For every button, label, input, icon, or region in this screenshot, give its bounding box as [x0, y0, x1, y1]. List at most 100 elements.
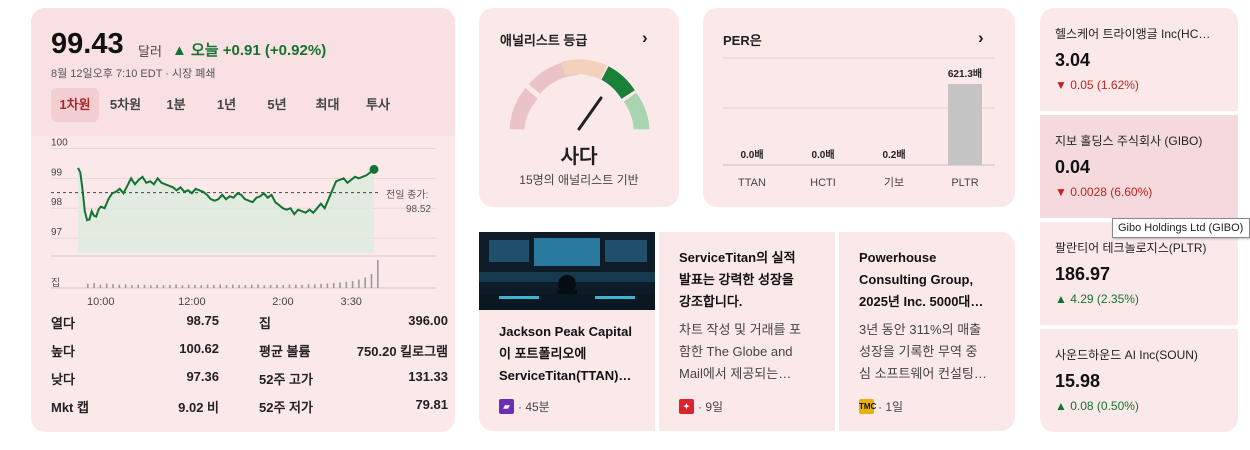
- headline-line: Jackson Peak Capital: [499, 324, 632, 339]
- volume-bar: [150, 285, 152, 288]
- volume-bar: [314, 284, 316, 288]
- stat-label: Mkt 캡: [51, 400, 89, 415]
- related-stock-item[interactable]: 지보 홀딩스 주식회사 (GIBO) 0.04 ▼ 0.0028 (6.60%): [1040, 115, 1238, 218]
- stat-label: 52주 저가: [259, 400, 313, 415]
- tab-5d[interactable]: 5차원: [102, 88, 150, 122]
- news-card[interactable]: ServiceTitan의 실적 발표는 강력한 성장을 강조합니다. 차트 작…: [659, 232, 835, 431]
- volume-bar: [358, 279, 360, 288]
- gauge-segment-buy: [601, 66, 635, 99]
- tab-invest[interactable]: 투사: [354, 88, 402, 122]
- y-tick-label: 97: [51, 227, 63, 238]
- news-headline: Jackson Peak Capital 이 포트폴리오에 ServiceTit…: [499, 321, 639, 387]
- stat-value: 100.62: [179, 341, 219, 356]
- currency-label: 달러: [138, 44, 162, 59]
- analyst-rating: 사다: [560, 146, 598, 168]
- x-tick-label: 12:00: [178, 296, 206, 308]
- rating-gauge: [509, 59, 650, 131]
- maple-leaf-icon: ✦: [679, 399, 694, 414]
- stock-change: ▼ 0.0028 (6.60%): [1055, 185, 1153, 199]
- stock-price: 0.04: [1055, 157, 1091, 177]
- stat-value: 98.75: [186, 313, 219, 328]
- snippet-line: 성장을 기록한 무역 중: [859, 344, 978, 359]
- volume-bar: [87, 283, 89, 288]
- tab-max[interactable]: 최대: [304, 88, 352, 122]
- price-area: [78, 167, 374, 253]
- volume-bar: [238, 284, 240, 288]
- tab-5y[interactable]: 5년: [253, 88, 301, 122]
- news-age: · 9일: [698, 400, 724, 414]
- stat-value: 750.20 킬로그램: [356, 344, 448, 359]
- stock-change: ▲ 0.08 (0.50%): [1055, 399, 1139, 413]
- analyst-rating-card[interactable]: 애널리스트 등급 › 사다 15명의 애널리스트 기반: [479, 8, 679, 207]
- headline-line: 강조합니다.: [679, 294, 743, 309]
- headline-line: 이 포트폴리오에: [499, 346, 587, 361]
- stat-label: 평균 볼륨: [259, 344, 311, 359]
- volume-bar: [118, 284, 121, 288]
- quote-header: 99.43 달러 ▲ 오늘 +0.91 (+0.92%) 8월 12일오후 7:…: [31, 8, 455, 136]
- volume-bar: [250, 284, 253, 288]
- analyst-count: 15명의 애널리스트 기반: [519, 173, 639, 187]
- quote-card: 99.43 달러 ▲ 오늘 +0.91 (+0.92%) 8월 12일오후 7:…: [31, 8, 455, 432]
- pe-ratio-card[interactable]: PER은 › 0.0배 TTAN 0.0배 HCTI 0.2배 기보 621.3배 PLTR: [703, 8, 1015, 207]
- volume-label: 집: [51, 277, 60, 289]
- volume-bar: [339, 282, 341, 288]
- volume-bar: [269, 284, 272, 288]
- price-chart[interactable]: 100 99 98 97 10:00 12:00 2:00 3:30 전일 종가: 98.5…: [31, 136, 455, 308]
- pe-category-label: 기보: [884, 176, 904, 189]
- stock-change: ▼ 0.05 (1.62%): [1055, 78, 1139, 92]
- tab-1m[interactable]: 1분: [152, 88, 200, 122]
- stock-price: 186.97: [1055, 264, 1111, 284]
- last-price-dot: [369, 164, 379, 174]
- news-card[interactable]: Jackson Peak Capital 이 포트폴리오에 ServiceTit…: [479, 232, 655, 431]
- news-headline: ServiceTitan의 실적 발표는 강력한 성장을 강조합니다.: [679, 247, 819, 313]
- current-price: 99.43: [51, 28, 124, 60]
- news-source: ✦ · 9일: [679, 398, 723, 414]
- headline-line: ServiceTitan의 실적: [679, 250, 796, 265]
- prev-close-label: 전일 종가:: [386, 189, 428, 201]
- volume-bar: [112, 284, 114, 288]
- range-tabs: 1차원 5차원 1분 1년 5년 최대 투사: [51, 88, 405, 122]
- pe-value-label: 0.0배: [740, 148, 763, 161]
- related-stock-item[interactable]: 헬스케어 트라이앵글 Inc(HC… 3.04 ▼ 0.05 (1.62%): [1040, 8, 1238, 111]
- x-tick-label: 3:30: [341, 296, 362, 308]
- news-headline: Powerhouse Consulting Group, 2025년 Inc. …: [859, 247, 999, 313]
- volume-bar: [282, 285, 284, 288]
- snippet-line: 3년 동안 311%의 매출: [859, 322, 982, 337]
- hover-tooltip: Gibo Holdings Ltd (GIBO): [1112, 218, 1250, 238]
- price-change: ▲ 오늘 +0.91 (+0.92%): [172, 42, 327, 59]
- news-snippet: 차트 작성 및 거래를 포 함한 The Globe and Mail에서 제공…: [679, 319, 819, 385]
- x-tick-label: 10:00: [87, 296, 115, 308]
- stat-value: 9.02 비: [178, 400, 219, 415]
- snippet-line: 차트 작성 및 거래를 포: [679, 322, 802, 337]
- stock-price: 15.98: [1055, 371, 1101, 391]
- volume-bar: [206, 284, 209, 288]
- stock-name: 헬스케어 트라이앵글 Inc(HC…: [1055, 27, 1211, 41]
- volume-bar: [320, 283, 322, 288]
- y-tick-label: 100: [51, 137, 68, 148]
- volume-bar: [288, 284, 291, 288]
- stock-name: 팔란티어 테크놀로지스(PLTR): [1055, 241, 1207, 255]
- related-stock-item[interactable]: 사운드하운드 AI Inc(SOUN) 15.98 ▲ 0.08 (0.50%): [1040, 329, 1238, 432]
- tab-1d[interactable]: 1차원: [51, 88, 99, 122]
- volume-bar: [143, 284, 146, 288]
- news-card[interactable]: Powerhouse Consulting Group, 2025년 Inc. …: [839, 232, 1015, 431]
- market-timestamp: 8월 12일오후 7:10 EDT · 시장 폐쇄: [51, 68, 216, 80]
- stat-value: 97.36: [186, 369, 219, 384]
- volume-bar: [131, 285, 133, 288]
- pe-value-label: 0.2배: [882, 148, 905, 161]
- stat-label: 낮다: [51, 372, 75, 387]
- y-tick-label: 98: [51, 197, 63, 208]
- stock-change: ▲ 4.29 (2.35%): [1055, 292, 1139, 306]
- volume-bar: [219, 284, 221, 288]
- publisher-logo-icon: ▰: [499, 399, 514, 414]
- volume-bar: [301, 284, 303, 288]
- tab-1y[interactable]: 1년: [203, 88, 251, 122]
- volume-bar: [225, 285, 228, 288]
- stat-low: 낮다 97.36: [51, 369, 219, 389]
- headline-line: ServiceTitan(TTAN)…: [499, 368, 632, 383]
- volume-bar: [326, 283, 329, 288]
- volume-bar: [276, 284, 278, 288]
- pe-bar: [948, 84, 982, 165]
- trading-room-image: [479, 232, 655, 310]
- stat-label: 52주 고가: [259, 372, 313, 387]
